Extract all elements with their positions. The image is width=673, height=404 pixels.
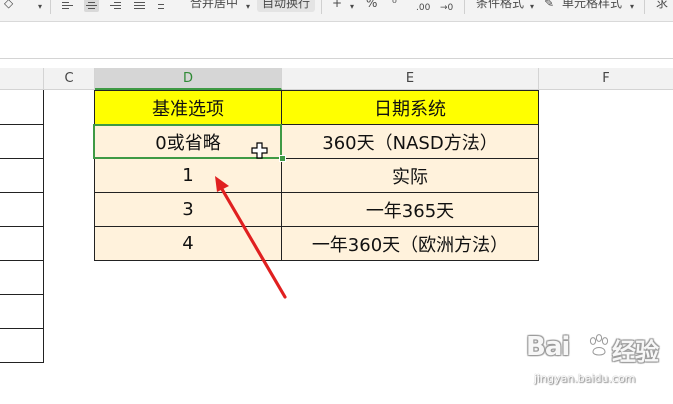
table-header-cell[interactable]: 基准选项 [94, 90, 282, 125]
toolbar-divider [50, 0, 51, 14]
baidu-paw-icon [589, 334, 609, 356]
table-cell[interactable]: 360天（NASD方法） [281, 124, 539, 159]
column-header-d[interactable]: D [95, 68, 282, 90]
left-column-cell[interactable] [0, 295, 44, 329]
watermark-url: jingyan.baidu.com [534, 372, 636, 385]
align-right-icon[interactable] [110, 0, 121, 12]
percent-button[interactable]: % [366, 0, 377, 12]
cell-style-dropdown-icon[interactable]: ▾ [630, 0, 634, 16]
left-column-cell[interactable] [0, 90, 44, 125]
conditional-format-button[interactable]: 条件格式 [476, 0, 524, 12]
currency-dropdown-icon[interactable]: ▾ [350, 0, 354, 16]
table-cell[interactable]: 实际 [281, 158, 539, 193]
conditional-format-dropdown-icon[interactable]: ▾ [530, 0, 534, 16]
cell-style-icon[interactable]: ✎ [544, 0, 554, 12]
column-header-c[interactable]: C [44, 68, 95, 90]
select-all-corner[interactable] [0, 68, 44, 90]
toolbar-divider [644, 0, 645, 14]
merge-center-button[interactable]: 合并居中 [190, 0, 238, 12]
left-column-cell[interactable] [0, 261, 44, 295]
justify-icon[interactable] [134, 0, 145, 12]
dropdown-arrow-icon[interactable]: ▾ [38, 0, 42, 16]
distributed-align-icon[interactable] [158, 0, 164, 12]
increase-decimal-button[interactable]: →0 [440, 0, 453, 17]
eraser-icon[interactable]: ◇ [4, 0, 13, 12]
table-header-cell[interactable]: 日期系统 [281, 90, 539, 125]
formula-bar[interactable] [0, 22, 673, 59]
cell-style-button[interactable]: 单元格样式 [562, 0, 622, 12]
thousands-separator-icon[interactable]: ⁰ [392, 0, 397, 12]
merge-dropdown-icon[interactable]: ▾ [246, 0, 250, 16]
annotation-arrow-icon [215, 176, 287, 299]
left-column-cell[interactable] [0, 329, 44, 363]
watermark-brand: Bai [526, 332, 570, 362]
watermark-brand-suffix: 经验 [612, 338, 659, 366]
toolbar-divider [321, 0, 322, 14]
cross-cursor-icon [251, 142, 268, 159]
align-center-icon[interactable] [84, 0, 99, 12]
left-column-cell[interactable] [0, 193, 44, 227]
align-left-icon[interactable] [62, 0, 73, 12]
column-header-f[interactable]: F [539, 68, 673, 90]
table-cell[interactable]: 一年360天（欧洲方法） [281, 226, 539, 261]
fill-handle[interactable] [279, 155, 286, 162]
table-cell[interactable]: 一年365天 [281, 192, 539, 227]
wrap-text-button[interactable]: 自动换行 [257, 0, 316, 12]
currency-button[interactable]: + [332, 0, 342, 12]
left-column-cell[interactable] [0, 227, 44, 261]
sum-button[interactable]: 求 [656, 0, 668, 12]
ribbon-toolbar: ◇ ▾ 合并居中 ▾ 自动换行 + ▾ % ⁰ .00 →0 条件格式 ▾ ✎ … [0, 0, 673, 22]
column-header-e[interactable]: E [282, 68, 539, 90]
decrease-decimal-button[interactable]: .00 [416, 0, 430, 17]
toolbar-divider [464, 0, 465, 14]
baidu-jingyan-watermark: Bai 经验 jingyan.baidu.com [520, 332, 670, 400]
left-column-cell[interactable] [0, 159, 44, 193]
left-column-cell[interactable] [0, 125, 44, 159]
